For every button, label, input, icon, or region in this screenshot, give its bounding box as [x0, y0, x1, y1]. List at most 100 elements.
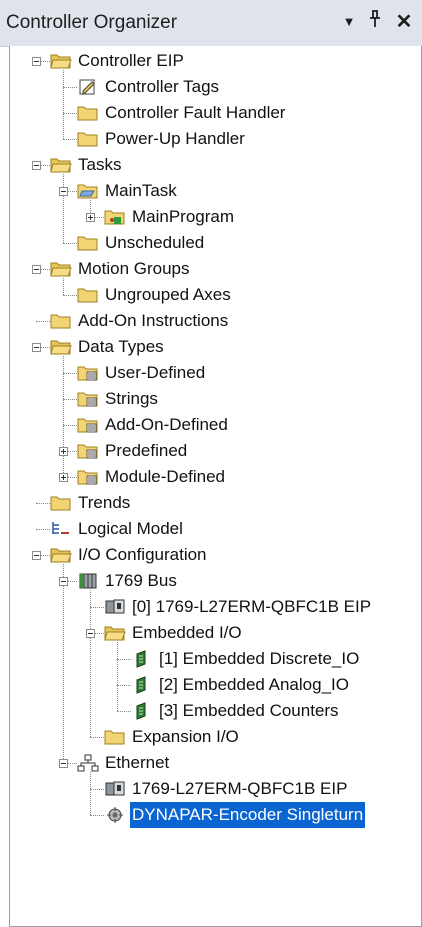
tree-item[interactable]: Module-Defined [77, 464, 227, 490]
folder-icon [77, 104, 99, 122]
tree-connector-line [90, 772, 91, 815]
tree-item-label: 1769 Bus [105, 571, 177, 590]
tree-item[interactable]: I/O Configuration [50, 542, 209, 568]
datatype-folder-icon [77, 364, 99, 382]
tree-item-label: Unscheduled [105, 233, 205, 252]
tree-item[interactable]: Controller EIP [50, 48, 186, 74]
tree-item-label: Add-On Instructions [78, 311, 229, 330]
collapse-icon[interactable] [32, 551, 41, 560]
tree-item-label: Expansion I/O [132, 727, 239, 746]
tree-item-label: Ethernet [105, 753, 170, 772]
folder-open-icon [50, 52, 72, 70]
tree-connector-line [36, 529, 50, 530]
tree-item-label: Motion Groups [78, 259, 190, 278]
tree-item[interactable]: Power-Up Handler [77, 126, 247, 152]
logical-model-icon [50, 520, 72, 538]
controller-module-icon [104, 598, 126, 616]
io-module-icon [131, 650, 153, 668]
tree-item-label: Strings [105, 389, 158, 408]
tree-connector-line [117, 659, 131, 660]
tree-item-label: User-Defined [105, 363, 206, 382]
tree-item-label: [3] Embedded Counters [159, 701, 339, 720]
tree-item[interactable]: User-Defined [77, 360, 207, 386]
tree-connector-line [63, 113, 77, 114]
collapse-icon[interactable] [32, 343, 41, 352]
tree-item[interactable]: Add-On Instructions [50, 308, 230, 334]
close-icon[interactable]: ✕ [392, 9, 416, 35]
tree-item-label: Controller Fault Handler [105, 103, 286, 122]
tree-item[interactable]: [2] Embedded Analog_IO [131, 672, 351, 698]
tree-connector-line [117, 642, 118, 711]
tree-connector-line [63, 356, 64, 477]
tree-item[interactable]: Embedded I/O [104, 620, 244, 646]
tree-item[interactable]: Ungrouped Axes [77, 282, 233, 308]
tree-item[interactable]: Ethernet [77, 750, 171, 776]
encoder-device-icon [104, 806, 126, 824]
io-module-icon [131, 676, 153, 694]
tree-item-label: MainTask [105, 181, 177, 200]
tree-item-label: Controller EIP [78, 51, 184, 70]
collapse-icon[interactable] [32, 161, 41, 170]
organizer-title-bar: Controller Organizer ▼ ✕ [0, 0, 422, 47]
tree-item[interactable]: MainProgram [104, 204, 236, 230]
tree-connector-line [63, 87, 77, 88]
tree-connector-line [90, 789, 104, 790]
tree-item-label: DYNAPAR-Encoder Singleturn [130, 802, 366, 828]
tree-connector-line [63, 425, 77, 426]
folder-icon [104, 728, 126, 746]
tree-item[interactable]: [1] Embedded Discrete_IO [131, 646, 361, 672]
tree-item-label: [0] 1769-L27ERM-QBFC1B EIP [132, 597, 372, 616]
expand-icon[interactable] [86, 213, 95, 222]
tree-item[interactable]: Controller Tags [77, 74, 221, 100]
datatype-folder-icon [77, 416, 99, 434]
tree-connector-line [117, 711, 131, 712]
pin-icon[interactable] [363, 9, 387, 35]
tree-item[interactable]: 1769 Bus [77, 568, 179, 594]
tree-item[interactable]: Motion Groups [50, 256, 192, 282]
tree-item[interactable]: MainTask [77, 178, 179, 204]
tree-connector-line [90, 815, 104, 816]
tree-item-label: Power-Up Handler [105, 129, 245, 148]
tree-item[interactable]: Add-On-Defined [77, 412, 230, 438]
tree-item[interactable]: Trends [50, 490, 132, 516]
tree-item[interactable]: 1769-L27ERM-QBFC1B EIP [104, 776, 349, 802]
controller-module-icon [104, 780, 126, 798]
tree-item-label: Tasks [78, 155, 122, 174]
collapse-icon[interactable] [32, 265, 41, 274]
expand-icon[interactable] [59, 473, 68, 482]
organizer-tree-panel: Controller EIP Controller Tags Controller … [9, 46, 422, 927]
tree-item[interactable]: DYNAPAR-Encoder Singleturn [104, 802, 366, 828]
folder-open-icon [104, 624, 126, 642]
collapse-icon[interactable] [59, 187, 68, 196]
io-module-icon [131, 702, 153, 720]
tree-connector-line [63, 399, 77, 400]
tree-connector-line [63, 373, 77, 374]
tree-item[interactable]: [0] 1769-L27ERM-QBFC1B EIP [104, 594, 373, 620]
folder-open-icon [50, 546, 72, 564]
collapse-icon[interactable] [86, 629, 95, 638]
tree-item[interactable]: Predefined [77, 438, 189, 464]
tree-item[interactable]: [3] Embedded Counters [131, 698, 341, 724]
dropdown-icon[interactable]: ▼ [337, 9, 361, 35]
tree-item[interactable]: Tasks [50, 152, 123, 178]
collapse-icon[interactable] [59, 759, 68, 768]
tree-item[interactable]: Unscheduled [77, 230, 206, 256]
task-icon [77, 182, 99, 200]
tree-connector-line [90, 590, 91, 737]
collapse-icon[interactable] [59, 577, 68, 586]
tree-item-label: Controller Tags [105, 77, 220, 96]
folder-open-icon [50, 338, 72, 356]
folder-open-icon [50, 260, 72, 278]
tree-item-label: Trends [78, 493, 131, 512]
tree-item[interactable]: Expansion I/O [104, 724, 241, 750]
expand-icon[interactable] [59, 447, 68, 456]
tree-item[interactable]: Strings [77, 386, 160, 412]
tree-item[interactable]: Data Types [50, 334, 166, 360]
collapse-icon[interactable] [32, 57, 41, 66]
tree-item[interactable]: Controller Fault Handler [77, 100, 287, 126]
tree-item[interactable]: Logical Model [50, 516, 185, 542]
datatype-folder-icon [77, 442, 99, 460]
tree-connector-line [63, 243, 77, 244]
tree-connector-line [36, 503, 50, 504]
tree-connector-line [63, 70, 64, 139]
